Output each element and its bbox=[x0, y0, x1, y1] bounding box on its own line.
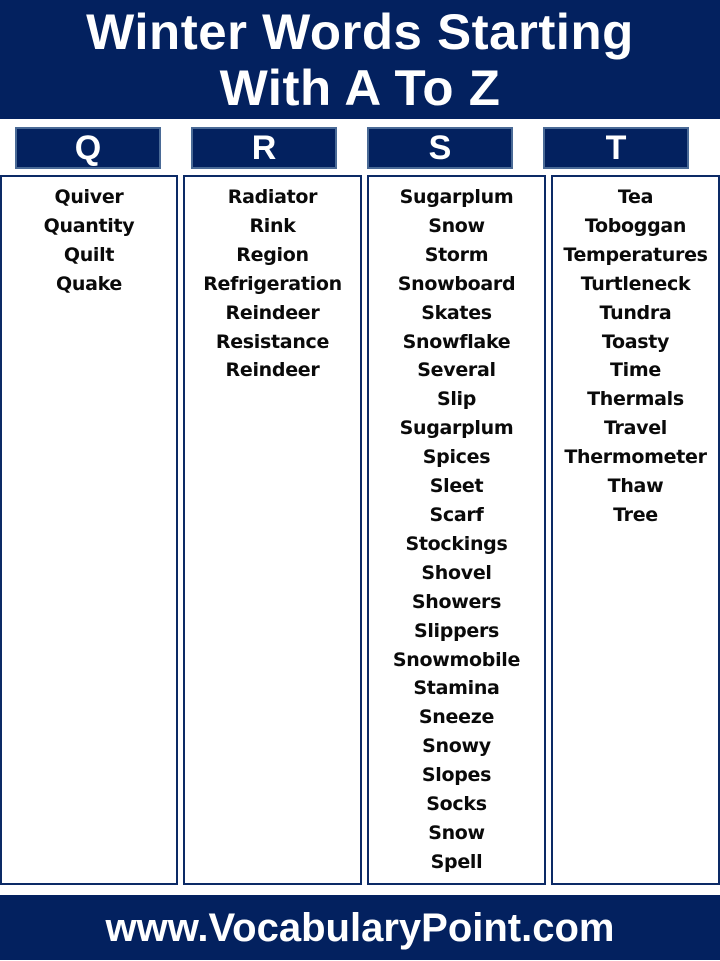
letter-header-t: T bbox=[543, 127, 689, 169]
word-item: Sneeze bbox=[418, 706, 495, 729]
word-item: Sugarplum bbox=[399, 186, 514, 208]
word-item: Quake bbox=[55, 272, 122, 295]
title-line-2: With A To Z bbox=[219, 60, 501, 116]
word-item: Reindeer bbox=[225, 301, 320, 324]
word-item: Quiver bbox=[54, 186, 124, 208]
word-column-r: Radiator Rink Region Refrigeration Reindeer R… bbox=[183, 175, 362, 885]
word-item: Toasty bbox=[601, 330, 670, 353]
word-item: Thaw bbox=[607, 475, 664, 498]
word-item: Tea bbox=[617, 186, 654, 208]
word-item: Snowy bbox=[422, 735, 491, 758]
word-item: Snowboard bbox=[397, 272, 516, 295]
word-item: Storm bbox=[424, 243, 489, 266]
word-item: Turtleneck bbox=[580, 272, 691, 295]
word-item: Several bbox=[417, 359, 496, 382]
word-column-t: Tea Toboggan Temperatures Turtleneck Tundra T… bbox=[551, 175, 720, 885]
word-item: Snow bbox=[428, 821, 485, 844]
word-item: Quilt bbox=[63, 243, 115, 266]
word-item: Rink bbox=[249, 214, 296, 237]
word-item: Sugarplum bbox=[399, 417, 514, 440]
word-item: Tundra bbox=[599, 301, 672, 324]
word-item: Thermals bbox=[587, 388, 684, 411]
word-item: Tree bbox=[613, 503, 658, 526]
letter-header-q: Q bbox=[15, 127, 161, 169]
word-item: Shovel bbox=[421, 561, 492, 584]
word-item: Spell bbox=[430, 850, 483, 873]
word-item: Stamina bbox=[413, 677, 500, 700]
word-item: Quantity bbox=[43, 214, 135, 237]
word-item: Slip bbox=[436, 388, 477, 411]
letter-header-r: R bbox=[191, 127, 337, 169]
word-item: Reindeer bbox=[225, 359, 320, 382]
word-item: Sleet bbox=[429, 475, 484, 498]
word-item: Travel bbox=[603, 417, 668, 440]
word-item: Resistance bbox=[215, 330, 330, 353]
word-item: Spices bbox=[422, 446, 491, 469]
word-item: Toboggan bbox=[584, 214, 687, 237]
word-item: Scarf bbox=[429, 503, 484, 526]
word-item: Refrigeration bbox=[203, 272, 342, 295]
word-item: Temperatures bbox=[563, 243, 708, 266]
word-item: Radiator bbox=[227, 186, 318, 208]
word-item: Snowmobile bbox=[392, 648, 521, 671]
word-item: Region bbox=[236, 243, 309, 266]
word-item: Slopes bbox=[421, 764, 492, 787]
word-item: Slippers bbox=[413, 619, 500, 642]
word-item: Thermometer bbox=[564, 446, 707, 469]
title-line-1: Winter Words Starting bbox=[86, 4, 634, 60]
word-column-s: Sugarplum Snow Storm Snowboard Skates Snowfla… bbox=[367, 175, 546, 885]
word-item: Showers bbox=[411, 590, 502, 613]
word-item: Snow bbox=[428, 214, 485, 237]
website-footer: www.VocabularyPoint.com bbox=[0, 895, 720, 960]
letter-header-s: S bbox=[367, 127, 513, 169]
word-item: Stockings bbox=[405, 532, 508, 555]
website-url: www.VocabularyPoint.com bbox=[105, 906, 615, 950]
title-banner: Winter Words Starting With A To Z bbox=[0, 0, 720, 119]
word-item: Socks bbox=[426, 793, 487, 816]
word-item: Snowflake bbox=[402, 330, 511, 353]
word-column-q: Quiver Quantity Quilt Quake bbox=[0, 175, 178, 885]
word-item: Skates bbox=[421, 301, 492, 324]
word-item: Time bbox=[610, 359, 661, 382]
